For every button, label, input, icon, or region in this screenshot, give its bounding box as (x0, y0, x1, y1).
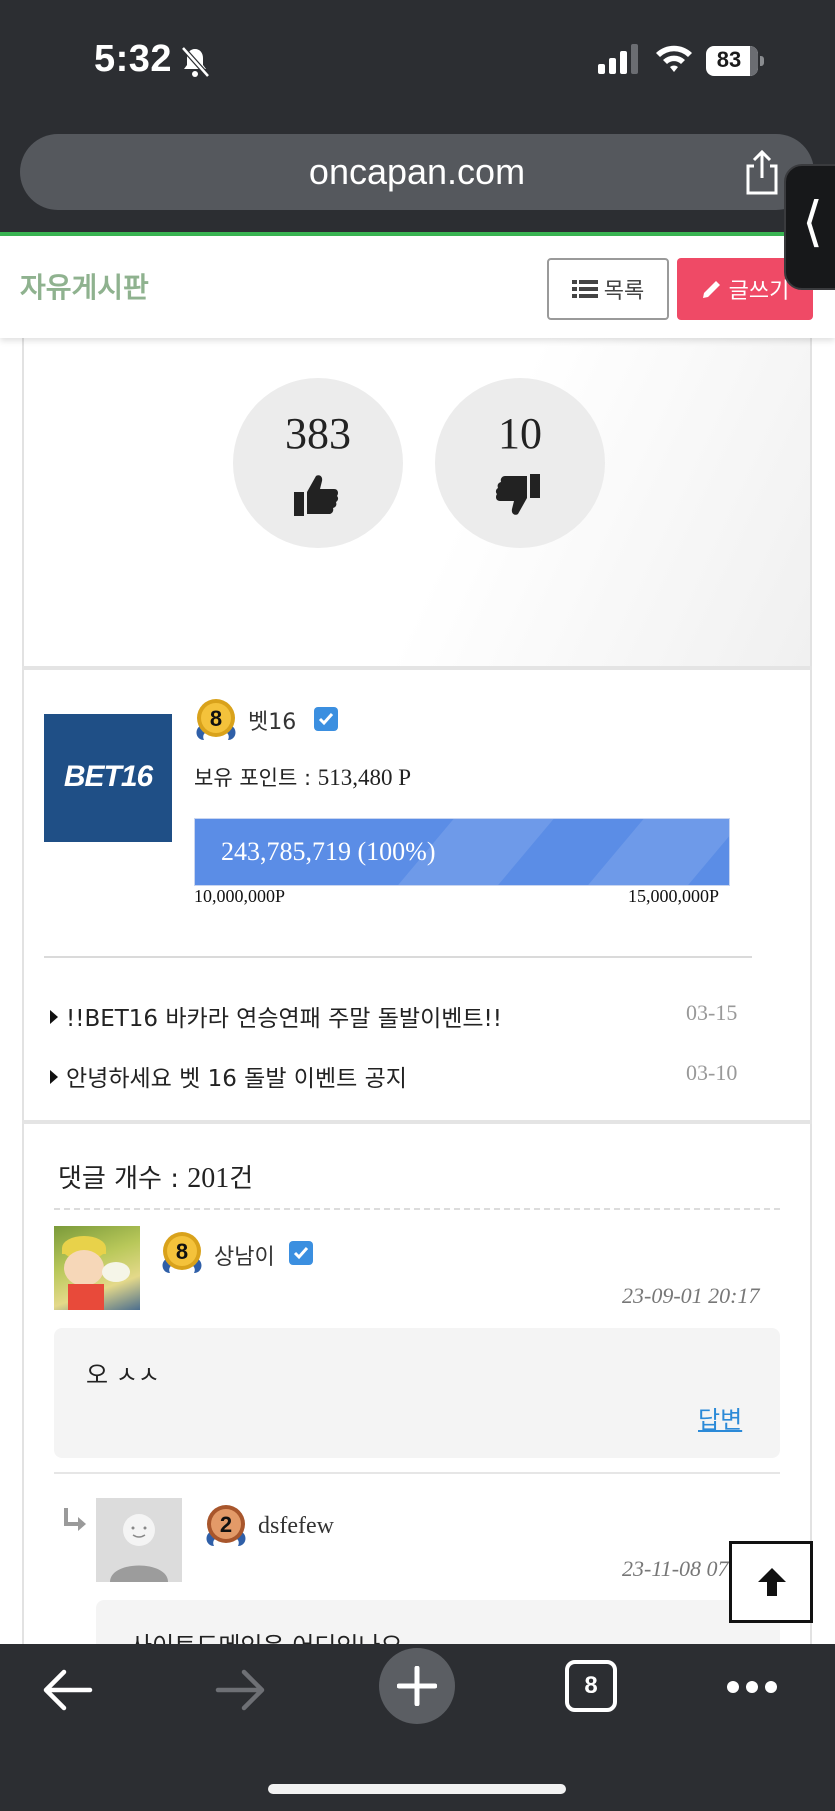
author-name[interactable]: 벳16 (248, 704, 296, 736)
back-icon[interactable] (40, 1666, 94, 1714)
board-header: 자유게시판 목록 글쓰기 (0, 236, 835, 338)
list-button[interactable]: 목록 (547, 258, 669, 320)
url-text: oncapan.com (308, 151, 526, 192)
new-tab-button[interactable] (379, 1648, 455, 1724)
comment-body: 오 ㅅㅅ (86, 1361, 160, 1389)
level-number: 2 (220, 1512, 232, 1537)
verified-check-icon (314, 707, 338, 731)
arrow-up-icon (758, 1568, 786, 1596)
upvote-count: 383 (285, 409, 351, 458)
comment-time: 23-09-01 20:17 (622, 1283, 760, 1308)
home-indicator (268, 1784, 566, 1794)
battery-level: 83 (716, 47, 742, 72)
more-icon[interactable] (726, 1680, 778, 1694)
list-icon (571, 280, 598, 298)
side-panel-tab[interactable]: ⟨ (784, 164, 835, 290)
level-badge-icon: 2 (206, 1505, 246, 1546)
browser-top-bar: 5:32 83 oncapan.com (0, 0, 835, 236)
tabs-button[interactable]: 8 (565, 1660, 617, 1712)
post-date: 03-10 (686, 1060, 738, 1085)
comment-box (54, 1328, 780, 1458)
downvote-count: 10 (498, 409, 542, 458)
reply-arrow-icon (64, 1508, 86, 1531)
author-logo: BET16 (44, 714, 172, 842)
chevron-left-icon: ⟨ (802, 190, 824, 253)
level-number: 8 (176, 1239, 188, 1264)
level-badge-icon: 8 (196, 699, 236, 740)
bell-slash-icon (181, 46, 210, 78)
author-post-link[interactable]: !!BET16 바카라 연승연패 주말 돌발이벤트!! (50, 999, 750, 1033)
comment-count-value: 201 (187, 1163, 230, 1194)
comment-author[interactable]: dsfefew (258, 1513, 334, 1540)
scroll-to-top-button[interactable] (729, 1541, 813, 1623)
pencil-icon (702, 281, 720, 298)
wifi-icon (656, 45, 692, 72)
post-title: !!BET16 바카라 연승연패 주말 돌발이벤트!! (66, 1006, 502, 1032)
write-button-label: 글쓰기 (728, 279, 790, 304)
level-number: 8 (210, 706, 222, 731)
author-logo-text: BET16 (63, 760, 153, 793)
reply-link[interactable]: 답변 (698, 1400, 742, 1435)
address-bar[interactable]: oncapan.com (20, 134, 814, 210)
progress-min-label: 10,000,000P (194, 886, 286, 906)
points-value: 513,480 P (317, 765, 411, 790)
forward-icon[interactable] (214, 1666, 268, 1714)
verified-check-icon (289, 1241, 313, 1265)
bullet-icon (50, 1010, 58, 1024)
author-divider (44, 956, 752, 958)
board-title: 자유게시판 (20, 271, 149, 304)
comment-author[interactable]: 상남이 (214, 1239, 275, 1271)
comment-box: 사이트도메인은 어디인나요 (96, 1600, 780, 1644)
level-badge-icon: 8 (162, 1232, 202, 1273)
post-title: 안녕하세요 벳 16 돌발 이벤트 공지 (66, 1066, 407, 1092)
comment-count-unit: 건 (229, 1164, 254, 1194)
points-line: 보유 포인트 : 513,480 P (194, 762, 411, 792)
progress-max-label: 15,000,000P (628, 886, 720, 906)
vote-section: 383 10 (22, 338, 812, 668)
downvote-button[interactable]: 10 (435, 378, 605, 548)
upvote-button[interactable]: 383 (233, 378, 403, 548)
comment-divider (54, 1472, 780, 1474)
author-post-link[interactable]: 안녕하세요 벳 16 돌발 이벤트 공지 (50, 1059, 750, 1093)
comment-body: 사이트도메인은 어디인나요 (130, 1626, 403, 1644)
comment-count: 댓글 개수 : 201건 (58, 1158, 253, 1195)
signal-icon (598, 44, 638, 74)
points-label: 보유 포인트 : (194, 766, 318, 790)
bullet-icon (50, 1070, 58, 1084)
comment-count-label: 댓글 개수 : (58, 1164, 188, 1194)
list-button-label: 목록 (603, 279, 645, 304)
progress-text: 243,785,719 (100%) (221, 837, 436, 866)
share-icon[interactable] (742, 150, 782, 196)
status-time: 5:32 (94, 38, 173, 80)
thumbs-up-icon (294, 475, 339, 516)
plus-icon (397, 1666, 437, 1706)
level-progress-bar: 243,785,719 (100%) (194, 818, 730, 886)
avatar[interactable] (96, 1498, 182, 1582)
comment-divider (54, 1208, 780, 1210)
avatar[interactable] (54, 1226, 140, 1310)
post-date: 03-15 (686, 1000, 738, 1025)
battery-indicator: 83 (706, 46, 764, 76)
browser-bottom-toolbar: 8 (0, 1644, 835, 1811)
thumbs-down-icon (495, 474, 540, 515)
